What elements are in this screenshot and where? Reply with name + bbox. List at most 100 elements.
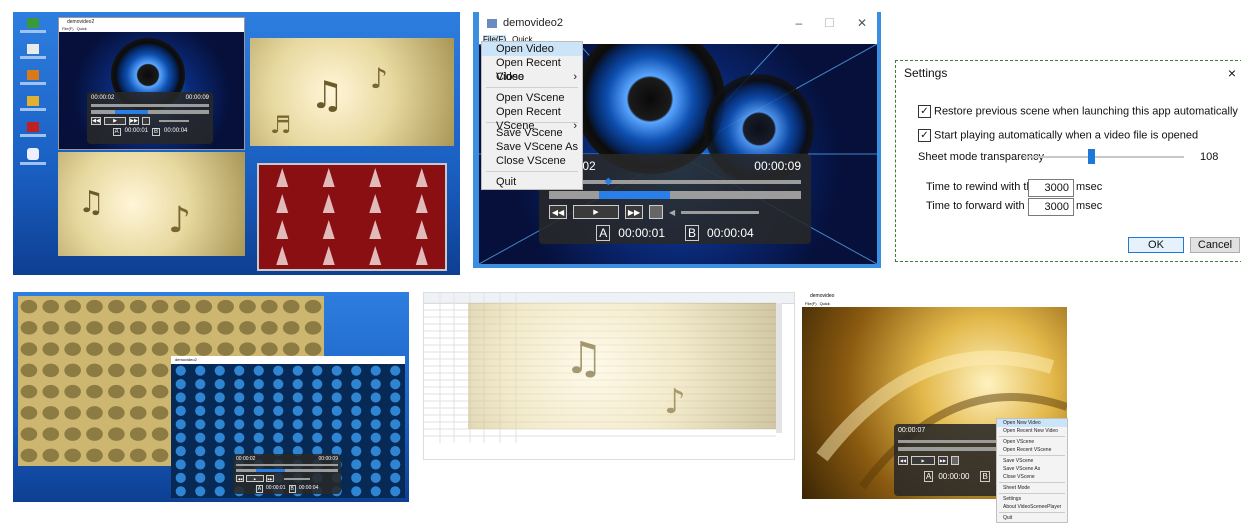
context-menu-item[interactable]: Save VScene As	[997, 465, 1067, 473]
loop-button[interactable]	[649, 205, 663, 219]
point-a-label[interactable]: A	[596, 225, 611, 241]
seek-bar[interactable]	[549, 180, 801, 184]
notes-tile	[217, 321, 234, 335]
point-a-label[interactable]: A	[112, 128, 121, 136]
file-menu-item[interactable]: Save VScene	[482, 126, 582, 140]
desktop-icon[interactable]	[16, 148, 50, 172]
time-current: 00:00:07	[898, 427, 926, 434]
desktop-icon[interactable]	[16, 18, 50, 42]
volume-slider[interactable]	[284, 477, 310, 480]
play-button[interactable]: ▶	[104, 117, 126, 125]
notes-tile	[42, 384, 60, 399]
context-menu-item[interactable]: Open New Video	[997, 419, 1067, 427]
point-a-label[interactable]: A	[255, 485, 264, 493]
close-icon[interactable]: ×	[1228, 65, 1236, 81]
file-menu-screenshot: demovideo2 – ☐ ✕ File(F) Quick 00:00:09 …	[473, 12, 881, 268]
point-b-label[interactable]: B	[152, 128, 161, 136]
notes-tile	[108, 448, 125, 463]
rewind-input[interactable]: 3000	[1028, 179, 1074, 197]
autoplay-checkbox[interactable]: ✓	[918, 129, 931, 142]
context-menu-item[interactable]: Settings	[997, 495, 1067, 503]
speaker-tile	[195, 459, 206, 470]
autoplay-option[interactable]: ✓ Start playing automatically when a vide…	[918, 129, 1198, 142]
svg-text:♬: ♬	[270, 111, 292, 139]
volume-slider[interactable]	[159, 120, 189, 122]
notes-tile	[108, 342, 125, 356]
file-menu-item[interactable]: Close	[482, 70, 582, 84]
rewind-button[interactable]: ◀◀	[236, 475, 244, 482]
point-b-label[interactable]: B	[288, 485, 296, 493]
svg-text:♫: ♫	[310, 73, 344, 117]
context-menu-item[interactable]: Open Recent New Video	[997, 427, 1067, 435]
volume-slider[interactable]	[681, 210, 760, 214]
desktop-icon[interactable]	[16, 44, 50, 68]
context-menu-item[interactable]: About VideoSceneePlayer	[997, 503, 1067, 511]
point-b-label[interactable]: B	[685, 225, 700, 241]
notes-tile	[64, 448, 81, 463]
notes-tile	[42, 299, 60, 314]
loop-button[interactable]	[951, 456, 959, 465]
forward-button[interactable]: ▶▶	[266, 475, 274, 482]
transparency-slider[interactable]	[1024, 149, 1184, 164]
minimize-icon[interactable]: –	[795, 16, 802, 30]
rewind-button[interactable]: ◀◀	[898, 456, 908, 465]
context-menu-item[interactable]: Save VScene	[997, 457, 1067, 465]
point-b-label[interactable]: B	[980, 471, 990, 482]
ab-range-bar[interactable]	[236, 469, 338, 472]
rewind-button[interactable]: ◀◀	[549, 205, 567, 219]
close-icon[interactable]: ✕	[857, 16, 867, 30]
tree-tile	[276, 194, 289, 213]
speaker-tile	[253, 432, 264, 443]
ab-range-bar[interactable]	[91, 110, 209, 114]
video-window-notes-2: ♫ ♪	[58, 152, 245, 256]
ok-button[interactable]: OK	[1128, 237, 1184, 253]
window-titlebar: demovideo2	[175, 357, 197, 362]
context-menu-item[interactable]: Quit	[997, 514, 1067, 522]
maximize-icon[interactable]: ☐	[824, 16, 835, 30]
speaker-tile	[292, 365, 303, 376]
tree-tile	[322, 220, 335, 239]
cancel-button[interactable]: Cancel	[1190, 237, 1240, 253]
time-total: 00:00:09	[318, 456, 338, 462]
menu-item-label: Close	[496, 71, 525, 83]
seek-bar[interactable]	[236, 464, 338, 466]
file-menu-item[interactable]: Open Recent VScene ›	[482, 105, 582, 132]
file-menu-item[interactable]: Open VScene	[482, 91, 582, 105]
speaker-tile	[390, 419, 401, 430]
forward-input[interactable]: 3000	[1028, 198, 1074, 216]
restore-checkbox[interactable]: ✓	[918, 105, 931, 118]
file-menu-item[interactable]: Close VScene	[482, 154, 582, 168]
menu-quick[interactable]: Quick	[820, 300, 830, 307]
notes-tile	[304, 342, 322, 356]
context-menu-item[interactable]: Open VScene	[997, 438, 1067, 446]
forward-button[interactable]: ▶▶	[938, 456, 948, 465]
loop-button[interactable]	[142, 117, 150, 125]
transparency-thumb[interactable]	[1088, 149, 1096, 164]
file-menu-item[interactable]: Open Video	[482, 42, 582, 56]
desktop-icon[interactable]	[16, 122, 50, 146]
context-menu-item[interactable]: Close VScene	[997, 473, 1067, 481]
restore-option[interactable]: ✓ Restore previous scene when launching t…	[918, 105, 1238, 118]
forward-button[interactable]: ▶▶	[129, 117, 139, 125]
desktop-icon[interactable]	[16, 96, 50, 120]
seek-bar[interactable]	[91, 104, 209, 107]
ab-range-bar[interactable]	[549, 191, 801, 199]
file-menu-item[interactable]: Open Recent Video ›	[482, 56, 582, 83]
speaker-tile	[351, 446, 362, 457]
seek-bar[interactable]	[898, 440, 998, 443]
rewind-button[interactable]: ◀◀	[91, 117, 101, 125]
context-menu-item[interactable]: Sheet Mode	[997, 484, 1067, 492]
forward-button[interactable]: ▶▶	[625, 205, 643, 219]
desktop-icon[interactable]	[16, 70, 50, 94]
menu-file[interactable]: File(F)	[805, 300, 817, 307]
file-menu-item[interactable]: Quit	[482, 175, 582, 189]
file-menu-item[interactable]: Save VScene As	[482, 140, 582, 154]
point-a-label[interactable]: A	[924, 471, 934, 482]
seek-thumb[interactable]: ◆	[604, 177, 614, 187]
context-menu-item[interactable]: Open Recent VScene	[997, 446, 1067, 454]
speaker-tile	[234, 419, 245, 430]
play-button[interactable]: ▶	[573, 205, 619, 219]
play-button[interactable]: ▶	[246, 475, 264, 482]
play-button[interactable]: ▶	[911, 456, 935, 465]
spreadsheet-scrollbar[interactable]	[776, 303, 782, 433]
